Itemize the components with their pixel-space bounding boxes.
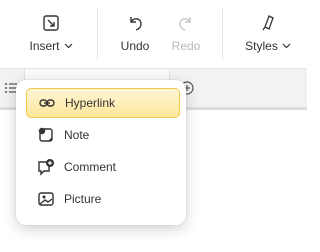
redo-icon [177,10,195,32]
picture-icon [36,189,56,209]
link-icon [37,93,57,113]
menu-item-hyperlink[interactable]: Hyperlink [26,88,180,118]
menu-item-label: Note [64,128,90,142]
note-icon [36,125,56,145]
toolbar-separator [222,8,223,60]
toolbar-separator [97,8,98,60]
menu-item-label: Comment [64,160,117,174]
menu-item-label: Hyperlink [65,96,116,110]
redo-label: Redo [171,39,201,53]
styles-label: Styles [245,39,278,53]
comment-icon [36,157,56,177]
undo-icon [126,10,144,32]
redo-button[interactable]: Redo [168,10,204,60]
insert-label: Insert [29,39,60,53]
undo-button[interactable]: Undo [117,10,153,60]
insert-dropdown-menu: Hyperlink Note Comment Picture [16,80,186,225]
chevron-down-icon [282,43,291,49]
chevron-down-icon [64,43,72,49]
undo-label: Undo [120,39,150,53]
menu-item-picture[interactable]: Picture [26,184,180,214]
insert-button[interactable]: Insert [26,10,76,60]
menu-item-label: Picture [64,192,102,206]
styles-icon [259,10,277,32]
menu-item-comment[interactable]: Comment [26,152,180,182]
menu-item-note[interactable]: Note [26,120,180,150]
ribbon-toolbar: r Insert Undo Redo Styles [0,0,307,69]
insert-icon [42,10,60,32]
styles-button[interactable]: Styles [240,10,296,60]
